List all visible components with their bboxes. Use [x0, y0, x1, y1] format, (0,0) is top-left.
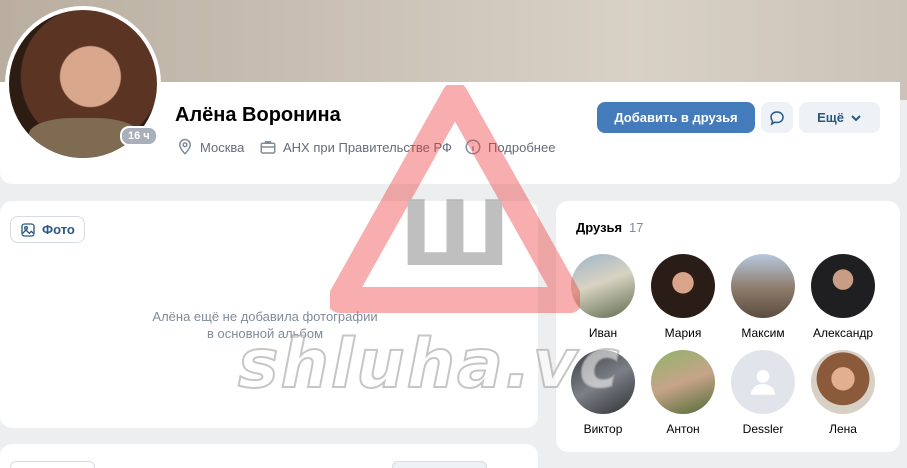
friend-name: Лена — [829, 422, 857, 436]
message-button[interactable] — [761, 102, 793, 133]
friend-item[interactable]: Dessler — [723, 350, 803, 436]
friend-name: Максим — [741, 326, 785, 340]
city-label: Москва — [200, 139, 245, 155]
friend-name: Мария — [664, 326, 702, 340]
friend-avatar — [571, 254, 635, 318]
profile-name: Алёна Воронина — [175, 104, 341, 126]
more-label: Ещё — [817, 110, 844, 125]
watermark-logo: Ш — [330, 85, 580, 313]
friends-title[interactable]: Друзья — [576, 220, 622, 235]
friend-item[interactable]: Максим — [723, 254, 803, 340]
friend-avatar — [651, 350, 715, 414]
location-pin-icon — [178, 138, 192, 155]
chat-bubble-icon — [770, 110, 784, 126]
add-friend-button[interactable]: Добавить в друзья — [597, 102, 755, 133]
chevron-down-icon — [851, 114, 861, 121]
profile-city[interactable]: Москва — [176, 138, 244, 156]
last-seen-badge: 16 ч — [120, 126, 158, 146]
friend-name: Виктор — [583, 422, 623, 436]
friend-avatar — [811, 254, 875, 318]
watermark-letter: Ш — [399, 182, 510, 287]
friend-avatar — [811, 350, 875, 414]
tab-photos[interactable]: Фото — [10, 216, 85, 243]
next-section-tab[interactable] — [10, 461, 95, 468]
next-section-button[interactable] — [392, 461, 487, 468]
briefcase-icon — [260, 141, 276, 154]
friend-avatar — [651, 254, 715, 318]
user-silhouette-icon — [750, 369, 776, 395]
friend-item[interactable]: Мария — [643, 254, 723, 340]
friend-name: Dessler — [742, 422, 784, 436]
friend-avatar — [731, 254, 795, 318]
friend-item[interactable]: Лена — [803, 350, 883, 436]
friend-name: Антон — [666, 422, 700, 436]
friends-count: 17 — [629, 220, 644, 235]
tab-photos-label: Фото — [42, 222, 75, 237]
friend-name: Александр — [812, 326, 874, 340]
image-icon — [21, 222, 35, 237]
friend-item[interactable]: Антон — [643, 350, 723, 436]
watermark-text: shluha.vc — [237, 324, 622, 405]
more-button[interactable]: Ещё — [799, 102, 880, 133]
friend-item[interactable]: Александр — [803, 254, 883, 340]
friend-avatar-placeholder — [731, 350, 795, 414]
